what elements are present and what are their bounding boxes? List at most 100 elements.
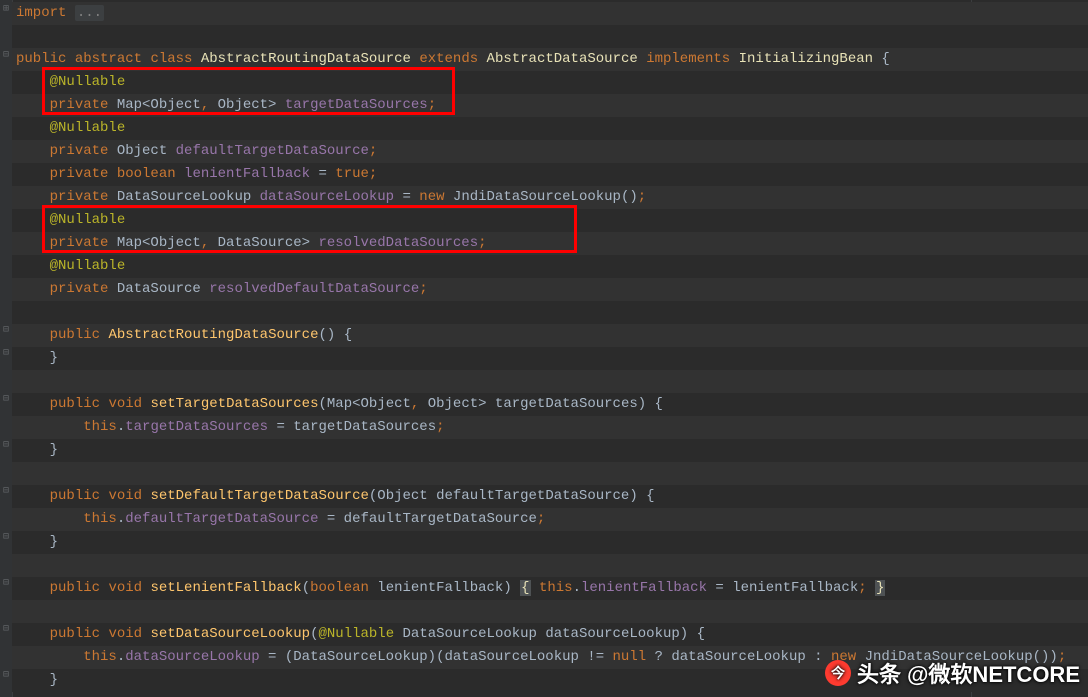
token-kw: private — [50, 189, 109, 205]
fold-icon[interactable]: ⊟ — [1, 625, 11, 635]
token-ident — [176, 166, 184, 182]
token-kw: void — [108, 626, 142, 642]
token-kw: void — [108, 580, 142, 596]
code-line[interactable]: this.targetDataSources = targetDataSourc… — [12, 416, 1088, 439]
token-ident: . — [117, 511, 125, 527]
code-area[interactable]: import ... public abstract class Abstract… — [12, 0, 1088, 697]
code-line[interactable]: @Nullable — [12, 255, 1088, 278]
token-kw: import — [16, 5, 66, 21]
token-type: AbstractDataSource — [487, 51, 638, 67]
token-ident: lenientFallback) — [369, 580, 520, 596]
token-kw: null — [613, 649, 647, 665]
fold-icon[interactable]: ⊟ — [1, 441, 11, 451]
token-ident: () { — [318, 327, 352, 343]
token-kw: public — [50, 327, 100, 343]
token-ident: (Object defaultTargetDataSource) { — [369, 488, 655, 504]
token-ident: ( — [310, 626, 318, 642]
code-line[interactable]: private Map<Object, DataSource> resolved… — [12, 232, 1088, 255]
code-line[interactable]: } — [12, 439, 1088, 462]
token-ident: { — [873, 51, 890, 67]
code-line[interactable] — [12, 370, 1088, 393]
token-method: setTargetDataSources — [150, 396, 318, 412]
token-kw: public — [50, 580, 100, 596]
token-punct: ; — [369, 143, 377, 159]
fold-icon[interactable]: ⊟ — [1, 349, 11, 359]
code-line[interactable]: import ... — [12, 2, 1088, 25]
token-kw: true — [335, 166, 369, 182]
code-line[interactable]: } — [12, 531, 1088, 554]
token-ident: Map<Object — [108, 235, 200, 251]
code-line[interactable]: @Nullable — [12, 117, 1088, 140]
code-line[interactable] — [12, 25, 1088, 48]
token-ident: Map<Object — [108, 97, 200, 113]
token-punct: , — [201, 235, 209, 251]
code-line[interactable]: this.defaultTargetDataSource = defaultTa… — [12, 508, 1088, 531]
token-ann: @Nullable — [50, 258, 126, 274]
fold-icon[interactable]: ⊟ — [1, 579, 11, 589]
code-line[interactable] — [12, 600, 1088, 623]
code-line[interactable]: private DataSourceLookup dataSourceLooku… — [12, 186, 1088, 209]
token-punct: ; — [858, 580, 866, 596]
code-line[interactable]: public void setTargetDataSources(Map<Obj… — [12, 393, 1088, 416]
code-line[interactable]: private boolean lenientFallback = true; — [12, 163, 1088, 186]
token-ident: ( — [302, 580, 310, 596]
code-line[interactable]: public void setLenientFallback(boolean l… — [12, 577, 1088, 600]
code-line[interactable]: private Object defaultTargetDataSource; — [12, 140, 1088, 163]
token-punct: ; — [369, 166, 377, 182]
token-kw: public — [50, 396, 100, 412]
fold-icon[interactable]: ⊟ — [1, 487, 11, 497]
code-line[interactable]: } — [12, 669, 1088, 692]
code-line[interactable]: public abstract class AbstractRoutingDat… — [12, 48, 1088, 71]
token-punct: ; — [419, 281, 427, 297]
token-ident — [867, 580, 875, 596]
token-kw: boolean — [310, 580, 369, 596]
code-line[interactable]: @Nullable — [12, 71, 1088, 94]
token-punct: ; — [436, 419, 444, 435]
code-line[interactable]: public void setDefaultTargetDataSource(O… — [12, 485, 1088, 508]
token-field: resolvedDefaultDataSource — [209, 281, 419, 297]
token-kw: implements — [646, 51, 730, 67]
fold-icon[interactable]: ⊟ — [1, 51, 11, 61]
code-line[interactable] — [12, 554, 1088, 577]
token-punct: ; — [428, 97, 436, 113]
token-ident: . — [117, 419, 125, 435]
token-kw: private — [50, 166, 109, 182]
token-ident: } — [50, 442, 58, 458]
token-kw: private — [50, 143, 109, 159]
fold-icon[interactable]: ⊟ — [1, 671, 11, 681]
fold-icon[interactable]: ⊟ — [1, 326, 11, 336]
token-ident — [66, 51, 74, 67]
token-kw: class — [150, 51, 192, 67]
token-ident: DataSource — [108, 281, 209, 297]
token-punct: ; — [638, 189, 646, 205]
code-line[interactable] — [12, 301, 1088, 324]
token-ident: } — [50, 350, 58, 366]
code-line[interactable]: @Nullable — [12, 209, 1088, 232]
token-ident — [192, 51, 200, 67]
fold-icon[interactable]: ⊟ — [1, 533, 11, 543]
code-line[interactable]: private DataSource resolvedDefaultDataSo… — [12, 278, 1088, 301]
token-field: lenientFallback — [581, 580, 707, 596]
token-ident: = lenientFallback — [707, 580, 858, 596]
code-editor[interactable]: ⊞ ⊟ ⊟ ⊟ ⊟ ⊟ ⊟ ⊟ ⊟ ⊟ ⊟ import ... public abstract cl… — [0, 0, 1088, 697]
token-kw: extends — [419, 51, 478, 67]
code-line[interactable] — [12, 462, 1088, 485]
fold-icon[interactable]: ⊟ — [1, 395, 11, 405]
token-kw: abstract — [75, 51, 142, 67]
code-line[interactable]: this.dataSourceLookup = (DataSourceLooku… — [12, 646, 1088, 669]
code-line[interactable]: private Map<Object, Object> targetDataSo… — [12, 94, 1088, 117]
fold-icon[interactable]: ⊞ — [1, 5, 11, 15]
token-ident: DataSourceLookup dataSourceLookup) { — [394, 626, 705, 642]
code-line[interactable]: public AbstractRoutingDataSource() { — [12, 324, 1088, 347]
token-field: targetDataSources — [285, 97, 428, 113]
token-method: setDefaultTargetDataSource — [150, 488, 368, 504]
code-line[interactable]: } — [12, 347, 1088, 370]
token-ident: = defaultTargetDataSource — [318, 511, 536, 527]
token-hlbrace: } — [875, 580, 885, 596]
token-ident — [531, 580, 539, 596]
token-punct: ; — [537, 511, 545, 527]
token-type: AbstractRoutingDataSource — [201, 51, 411, 67]
code-line[interactable]: public void setDataSourceLookup(@Nullabl… — [12, 623, 1088, 646]
token-field: resolvedDataSources — [318, 235, 478, 251]
token-ident: } — [50, 534, 58, 550]
